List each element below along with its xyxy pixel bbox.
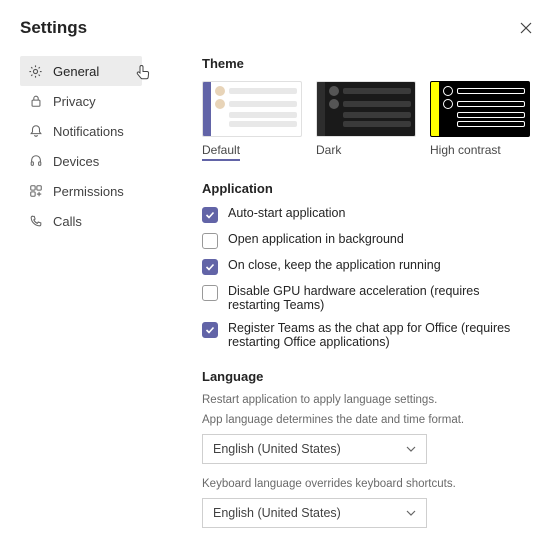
- select-value: English (United States): [213, 442, 341, 456]
- theme-preview-high-contrast: [430, 81, 530, 137]
- headset-icon: [28, 154, 43, 169]
- sidebar-item-label: Notifications: [53, 124, 124, 139]
- close-button[interactable]: [518, 20, 534, 36]
- sidebar: General Privacy Notifications: [20, 56, 142, 542]
- checkbox-disable-gpu[interactable]: [202, 285, 218, 301]
- sidebar-item-label: Permissions: [53, 184, 124, 199]
- language-heading: Language: [202, 369, 530, 384]
- language-restart-note: Restart application to apply language se…: [202, 394, 530, 406]
- sidebar-item-privacy[interactable]: Privacy: [20, 86, 142, 116]
- theme-preview-dark: [316, 81, 416, 137]
- theme-label: Default: [202, 143, 240, 161]
- sidebar-item-label: Privacy: [53, 94, 96, 109]
- theme-option-high-contrast[interactable]: High contrast: [430, 81, 530, 161]
- chevron-down-icon: [406, 444, 416, 454]
- checkbox-label: Open application in background: [228, 232, 404, 246]
- theme-label: High contrast: [430, 143, 530, 157]
- checkbox-open-background[interactable]: [202, 233, 218, 249]
- phone-icon: [28, 214, 43, 229]
- theme-heading: Theme: [202, 56, 530, 71]
- sidebar-item-permissions[interactable]: Permissions: [20, 176, 142, 206]
- keyboard-language-select[interactable]: English (United States): [202, 498, 427, 528]
- checkbox-autostart[interactable]: [202, 207, 218, 223]
- application-heading: Application: [202, 181, 530, 196]
- theme-option-default[interactable]: Default: [202, 81, 302, 161]
- bell-icon: [28, 124, 43, 139]
- sidebar-item-calls[interactable]: Calls: [20, 206, 142, 236]
- checkmark-icon: [205, 325, 215, 335]
- app-language-select[interactable]: English (United States): [202, 434, 427, 464]
- checkbox-label: Register Teams as the chat app for Offic…: [228, 321, 530, 349]
- page-title: Settings: [20, 18, 87, 38]
- cursor-icon: [136, 64, 152, 80]
- sidebar-item-label: General: [53, 64, 99, 79]
- checkbox-label: Auto-start application: [228, 206, 345, 220]
- theme-option-dark[interactable]: Dark: [316, 81, 416, 161]
- keyboard-language-note: Keyboard language overrides keyboard sho…: [202, 478, 530, 490]
- checkbox-label: Disable GPU hardware acceleration (requi…: [228, 284, 530, 312]
- checkmark-icon: [205, 262, 215, 272]
- app-language-note: App language determines the date and tim…: [202, 414, 530, 426]
- checkbox-register-chat[interactable]: [202, 322, 218, 338]
- sidebar-item-devices[interactable]: Devices: [20, 146, 142, 176]
- apps-icon: [28, 184, 43, 199]
- close-icon: [520, 22, 532, 34]
- select-value: English (United States): [213, 506, 341, 520]
- checkbox-label: On close, keep the application running: [228, 258, 441, 272]
- sidebar-item-label: Devices: [53, 154, 99, 169]
- theme-label: Dark: [316, 143, 416, 157]
- chevron-down-icon: [406, 508, 416, 518]
- sidebar-item-notifications[interactable]: Notifications: [20, 116, 142, 146]
- lock-icon: [28, 94, 43, 109]
- sidebar-item-general[interactable]: General: [20, 56, 142, 86]
- checkbox-keep-running[interactable]: [202, 259, 218, 275]
- theme-preview-default: [202, 81, 302, 137]
- checkmark-icon: [205, 210, 215, 220]
- sidebar-item-label: Calls: [53, 214, 82, 229]
- gear-icon: [28, 64, 43, 79]
